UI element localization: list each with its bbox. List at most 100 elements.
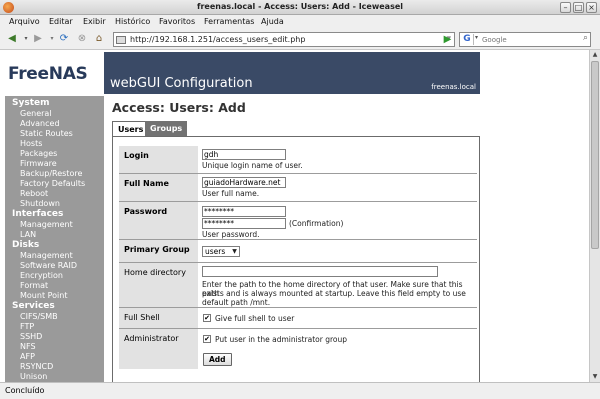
menu-favoritos[interactable]: Favoritos xyxy=(159,17,195,26)
sidebar-section-interfaces: Interfaces xyxy=(12,209,64,219)
full-shell-value-cell: ✔ Give full shell to user xyxy=(200,308,477,328)
search-icon[interactable]: ⌕ xyxy=(583,33,588,43)
home-icon[interactable]: ⌂ xyxy=(92,32,106,46)
status-text: Concluído xyxy=(5,386,45,395)
scroll-up-icon[interactable]: ▲ xyxy=(590,50,600,60)
home-directory-row: Home directory Enter the path to the hom… xyxy=(119,263,477,308)
password-row: Password ******** ******** (Confirmation… xyxy=(119,202,477,240)
sidebar-item-shutdown[interactable]: Shutdown xyxy=(20,199,60,208)
password-input[interactable]: ******** xyxy=(202,206,286,217)
go-arrow-icon[interactable]: ▶ xyxy=(441,33,454,46)
sidebar-item-reboot[interactable]: Reboot xyxy=(20,189,48,198)
menu-arquivo[interactable]: Arquivo xyxy=(9,17,40,26)
menu-ferramentas[interactable]: Ferramentas xyxy=(204,17,254,26)
home-directory-hint-2: exists and is always mounted at startup.… xyxy=(202,289,466,298)
fullname-row: Full Name guiadoHardware.net User full n… xyxy=(119,174,477,202)
primary-group-row: Primary Group users ▼ xyxy=(119,240,477,263)
sidebar-item-backup-restore[interactable]: Backup/Restore xyxy=(20,169,82,178)
sidebar-item-interfaces-management[interactable]: Management xyxy=(20,220,73,229)
password-confirmation-label: (Confirmation) xyxy=(289,219,344,228)
menu-bar: Arquivo Editar Exibir Histórico Favorito… xyxy=(0,15,600,29)
full-shell-checkbox-label: Give full shell to user xyxy=(215,314,295,323)
search-box[interactable]: G ▾ ⌕ xyxy=(459,32,591,47)
window-titlebar: freenas.local - Access: Users: Add - Ice… xyxy=(0,0,600,15)
sidebar-item-hosts[interactable]: Hosts xyxy=(20,139,42,148)
menu-exibir[interactable]: Exibir xyxy=(83,17,106,26)
forward-icon[interactable]: ▶ xyxy=(31,32,45,46)
sidebar-item-format[interactable]: Format xyxy=(20,281,48,290)
full-shell-checkbox[interactable]: ✔ xyxy=(203,314,211,322)
url-bar[interactable]: http://192.168.1.251/access_users_edit.p… xyxy=(113,32,455,47)
sidebar-item-factory-defaults[interactable]: Factory Defaults xyxy=(20,179,85,188)
login-input[interactable]: gdh xyxy=(202,149,286,160)
sidebar-section-services: Services xyxy=(12,301,55,311)
full-shell-row: Full Shell ✔ Give full shell to user xyxy=(119,308,477,329)
header-band: webGUI Configuration freenas.local xyxy=(104,52,480,94)
tab-users[interactable]: Users xyxy=(112,121,150,137)
sidebar-item-static-routes[interactable]: Static Routes xyxy=(20,129,73,138)
engine-dropdown-icon[interactable]: ▾ xyxy=(475,34,478,41)
google-engine-icon[interactable]: G xyxy=(461,34,474,45)
sidebar-item-afp[interactable]: AFP xyxy=(20,352,35,361)
back-icon[interactable]: ◀ xyxy=(5,32,19,46)
close-window-button[interactable]: × xyxy=(586,2,597,13)
administrator-checkbox-label: Put user in the administrator group xyxy=(215,335,348,344)
sidebar-item-lan[interactable]: LAN xyxy=(20,230,36,239)
sidebar-item-packages[interactable]: Packages xyxy=(20,149,57,158)
home-directory-input[interactable] xyxy=(202,266,438,277)
maximize-button[interactable]: □ xyxy=(573,2,584,13)
hostname: freenas.local xyxy=(431,83,476,91)
add-button[interactable]: Add xyxy=(203,353,232,366)
stop-icon[interactable]: ⊗ xyxy=(75,32,89,46)
page-title: Access: Users: Add xyxy=(112,100,246,115)
sidebar: System General Advanced Static Routes Ho… xyxy=(5,96,104,382)
menu-editar[interactable]: Editar xyxy=(49,17,73,26)
sidebar-item-unison[interactable]: Unison xyxy=(20,372,47,381)
fullname-hint: User full name. xyxy=(202,189,260,198)
scroll-down-icon[interactable]: ▼ xyxy=(590,372,600,382)
sidebar-item-cifs-smb[interactable]: CIFS/SMB xyxy=(20,312,58,321)
sidebar-item-nfs[interactable]: NFS xyxy=(20,342,36,351)
user-form: Login gdh Unique login name of user. Ful… xyxy=(112,136,480,382)
page-favicon-icon xyxy=(116,36,126,44)
sidebar-item-software-raid[interactable]: Software RAID xyxy=(20,261,77,270)
sidebar-item-mount-point[interactable]: Mount Point xyxy=(20,291,67,300)
sidebar-item-firmware[interactable]: Firmware xyxy=(20,159,57,168)
primary-group-value-cell: users ▼ xyxy=(200,240,477,262)
primary-group-label: Primary Group xyxy=(119,240,199,262)
password-value-cell: ******** ******** (Confirmation) User pa… xyxy=(200,202,477,239)
sidebar-section-disks: Disks xyxy=(12,240,40,250)
vertical-scrollbar[interactable]: ▲ ▼ xyxy=(589,50,600,382)
menu-historico[interactable]: Histórico xyxy=(115,17,150,26)
window-title: freenas.local - Access: Users: Add - Ice… xyxy=(197,2,403,11)
sidebar-item-rsyncd[interactable]: RSYNCD xyxy=(20,362,53,371)
header-title: webGUI Configuration xyxy=(110,76,253,91)
login-value-cell: gdh Unique login name of user. xyxy=(200,146,477,173)
fullname-value-cell: guiadoHardware.net User full name. xyxy=(200,174,477,201)
sidebar-item-sshd[interactable]: SSHD xyxy=(20,332,42,341)
administrator-label: Administrator xyxy=(119,329,199,369)
sidebar-item-encryption[interactable]: Encryption xyxy=(20,271,63,280)
primary-group-select[interactable]: users ▼ xyxy=(202,246,240,257)
password-confirm-input[interactable]: ******** xyxy=(202,218,286,229)
minimize-button[interactable]: – xyxy=(560,2,571,13)
primary-group-selected: users xyxy=(205,247,226,256)
fullname-label: Full Name xyxy=(119,174,199,201)
scrollbar-thumb[interactable] xyxy=(591,61,599,249)
search-input[interactable] xyxy=(482,34,574,45)
fullname-input[interactable]: guiadoHardware.net xyxy=(202,177,286,188)
sidebar-item-advanced[interactable]: Advanced xyxy=(20,119,60,128)
password-label: Password xyxy=(119,202,199,239)
tab-groups[interactable]: Groups xyxy=(145,121,188,136)
reload-icon[interactable]: ⟳ xyxy=(57,32,71,46)
freenas-logo[interactable]: FreeNAS xyxy=(8,64,88,84)
login-hint: Unique login name of user. xyxy=(202,161,303,170)
sidebar-item-disks-management[interactable]: Management xyxy=(20,251,73,260)
menu-ajuda[interactable]: Ajuda xyxy=(261,17,284,26)
sidebar-item-ftp[interactable]: FTP xyxy=(20,322,34,331)
sidebar-section-system: System xyxy=(12,98,50,108)
chevron-down-icon: ▼ xyxy=(232,248,237,255)
home-directory-hint-3: default path /mnt. xyxy=(202,298,271,307)
administrator-checkbox[interactable]: ✔ xyxy=(203,335,211,343)
sidebar-item-general[interactable]: General xyxy=(20,109,52,118)
